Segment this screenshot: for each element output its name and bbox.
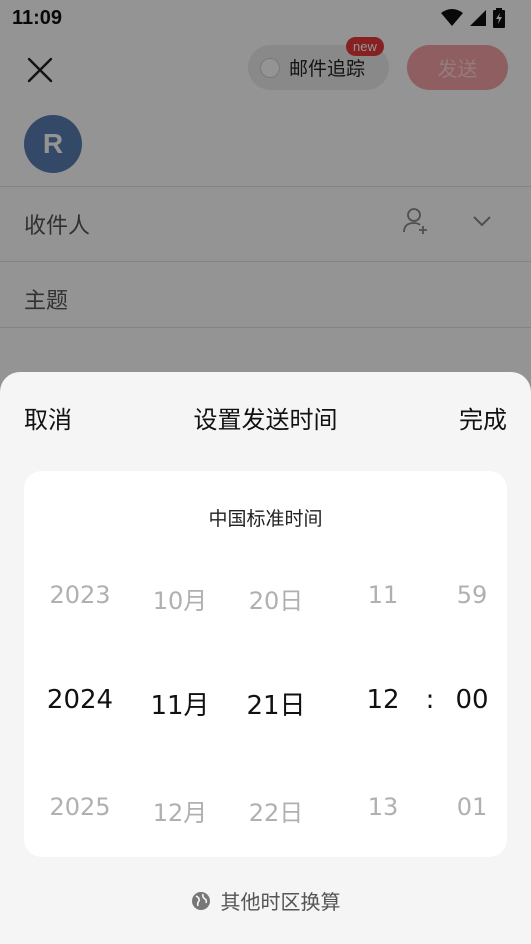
day-wheel[interactable]: 20日 21日 22日 [230, 471, 322, 857]
year-prev[interactable]: 2023 [32, 581, 128, 609]
day-selected[interactable]: 21日 [230, 685, 322, 722]
time-separator: : [425, 685, 435, 715]
year-wheel[interactable]: 2023 2024 2025 [32, 471, 128, 857]
minute-wheel[interactable]: 59 00 01 [438, 471, 506, 857]
schedule-send-sheet: 设置发送时间 取消 完成 中国标准时间 2023 2024 2025 10月 1… [0, 372, 531, 944]
sheet-title: 设置发送时间 [193, 406, 338, 434]
day-next[interactable]: 22日 [230, 793, 322, 828]
month-prev[interactable]: 10月 [134, 581, 226, 616]
datetime-picker: 中国标准时间 2023 2024 2025 10月 11月 12月 20日 21… [24, 471, 507, 857]
hour-selected[interactable]: 12 [346, 685, 420, 715]
globe-icon [191, 891, 210, 910]
hour-prev[interactable]: 11 [346, 581, 420, 609]
minute-selected[interactable]: 00 [438, 685, 506, 715]
minute-next[interactable]: 01 [438, 793, 506, 821]
timezone-convert-link[interactable]: 其他时区换算 [0, 886, 531, 915]
year-selected[interactable]: 2024 [32, 685, 128, 715]
cancel-button[interactable]: 取消 [24, 400, 72, 435]
year-next[interactable]: 2025 [32, 793, 128, 821]
day-prev[interactable]: 20日 [230, 581, 322, 616]
minute-prev[interactable]: 59 [438, 581, 506, 609]
done-button[interactable]: 完成 [459, 400, 507, 435]
month-next[interactable]: 12月 [134, 793, 226, 828]
hour-next[interactable]: 13 [346, 793, 420, 821]
hour-wheel[interactable]: 11 12 13 [346, 471, 420, 857]
timezone-convert-label: 其他时区换算 [220, 890, 341, 914]
month-wheel[interactable]: 10月 11月 12月 [134, 471, 226, 857]
month-selected[interactable]: 11月 [134, 685, 226, 722]
